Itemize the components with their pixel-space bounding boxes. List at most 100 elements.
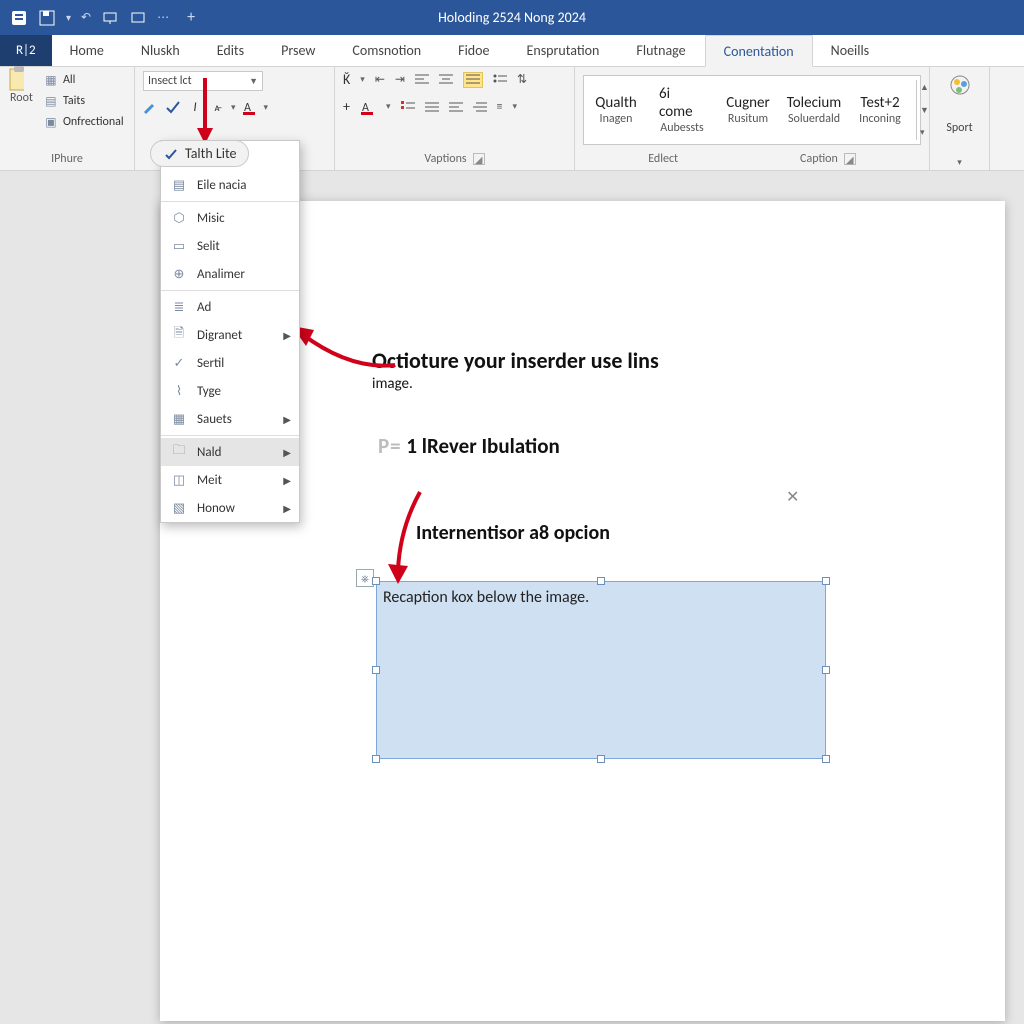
mini-icon: ▣ [43,114,59,130]
group-caption-label: Caption [800,152,838,166]
lines-icon: ≣ [171,299,187,315]
file-tab[interactable]: R|2 [0,34,52,66]
tab-edits[interactable]: Edits [199,34,263,66]
check-icon: ✓ [171,355,187,371]
globe-icon: ⊕ [171,266,187,282]
group1-item[interactable]: ▣Onfrectional [41,113,126,131]
save-icon[interactable] [38,9,56,27]
chevron-right-icon: ▶ [283,502,291,515]
gallery-button[interactable]: QualthInagen [586,80,646,140]
paint-icon[interactable] [143,99,159,115]
dropdown-header[interactable]: Talth Lite [150,140,249,167]
annotation-2: Internentisor a8 opcion [416,521,610,545]
indent-inc-icon[interactable]: ⇥ [395,72,405,87]
dropdown-header-label: Talth Lite [185,145,236,162]
align-left-icon[interactable] [415,74,429,86]
menu-item-meit[interactable]: ◫Meit▶ [161,466,299,494]
font-color-icon[interactable]: A [242,99,258,115]
tab-flutnage[interactable]: Flutnage [618,34,704,66]
tab-nluskh[interactable]: Nluskh [123,34,199,66]
ribbon-tabs: HomeNluskhEditsPrsewComsnotionFidoeEnspr… [52,34,1024,66]
case-icon[interactable]: Ǩ [343,71,350,88]
layout-options-icon[interactable]: ✕ [786,487,799,507]
menu-item-tyge[interactable]: ⌇Tyge [161,377,299,405]
tab-conentation[interactable]: Conentation [705,35,813,67]
gallery-button[interactable]: 6i comeAubessts [652,80,712,140]
list3-icon[interactable] [473,101,487,113]
dialog-launcher-icon[interactable]: ◢ [844,153,856,165]
ribbon-group-iphure: Root ▦All▤Taits▣Onfrectional IPhure [0,67,135,170]
list2-icon[interactable] [449,101,463,113]
chevron-down-icon[interactable]: ▾ [231,102,236,113]
tab-ensprutation[interactable]: Ensprutation [509,34,619,66]
menu-item-eile-nacia[interactable]: ▤Eile nacia [161,171,299,199]
line-spacing-icon[interactable]: ≡ [497,100,503,114]
layout-icon: ◫ [171,472,187,488]
indent-dec-icon[interactable]: ⇤ [375,72,385,87]
qat-add-icon[interactable]: + [187,8,195,27]
strike-icon[interactable]: ᴀ̶ [209,99,225,115]
group1-item[interactable]: ▦All [41,71,126,89]
sort-icon[interactable]: ⇅ [517,72,527,87]
highlight-icon[interactable]: A [360,99,376,115]
presentation-icon[interactable] [129,9,147,27]
resize-handle[interactable] [822,755,830,763]
undo-icon[interactable]: ↶ [81,10,91,25]
qat-dropdown-icon[interactable]: ▾ [66,11,71,24]
ribbon-group-edlect: QualthInagen6i comeAubesstsCugnerRusitum… [575,67,930,170]
tab-fidoe[interactable]: Fidoe [440,34,508,66]
list1-icon[interactable] [425,101,439,113]
menu-item-analimer[interactable]: ⊕Analimer [161,260,299,288]
caption-box[interactable]: Recaption kox below the image. [376,581,826,759]
gallery-button[interactable]: CugnerRusitum [718,80,778,140]
mini-icon: ▦ [43,72,59,88]
resize-handle[interactable] [822,577,830,585]
italic-icon[interactable]: I [187,99,203,115]
tube-icon: ⌇ [171,383,187,399]
menu-item-misic[interactable]: ⬡Misic [161,204,299,232]
menu-item-ad[interactable]: ≣Ad [161,293,299,321]
resize-handle[interactable] [822,666,830,674]
sport-icon[interactable] [946,71,974,99]
page-icon: ▤ [171,177,187,193]
menu-item-digranet[interactable]: 🗎Digranet▶ [161,321,299,349]
gallery-button[interactable]: ToleciumSoluerdald [784,80,844,140]
align-center-icon[interactable] [439,74,453,86]
group1-side-label: Root [8,90,35,106]
tab-comsnotion[interactable]: Comsnotion [334,34,440,66]
window-title: Holoding 2524 Nong 2024 [438,9,586,26]
tab-noeills[interactable]: Noeills [813,34,889,66]
chevron-down-icon[interactable]: ▾ [957,157,962,168]
resize-handle[interactable] [372,755,380,763]
resize-handle[interactable] [597,577,605,585]
folder-icon: 🗀 [171,444,187,460]
heading-text: 1 lRever Ibulation [406,433,559,459]
touch-mode-icon[interactable] [101,9,119,27]
menu-item-sauets[interactable]: ▦Sauets▶ [161,405,299,433]
resize-handle[interactable] [372,577,380,585]
resize-handle[interactable] [372,666,380,674]
bullets-icon[interactable] [493,74,507,86]
resize-handle[interactable] [597,755,605,763]
menu-item-nald[interactable]: 🗀Nald▶ [161,438,299,466]
qat-more-icon[interactable]: ⋯ [157,10,169,25]
check-icon [163,146,179,162]
numbering-icon[interactable] [401,101,415,113]
chevron-down-icon[interactable]: ▾ [264,102,269,113]
tab-prsew[interactable]: Prsew [263,34,334,66]
mini-icon: ▤ [43,93,59,109]
tab-home[interactable]: Home [52,34,123,66]
group1-item[interactable]: ▤Taits [41,92,126,110]
annotation-1-line2: image. [372,375,413,393]
increase-font-icon[interactable]: + [343,98,350,115]
dropdown-menu: ▤Eile nacia ⬡Misic▭Selit⊕Analimer ≣Ad🗎Digr… [160,140,300,523]
align-justify-icon[interactable] [463,72,483,88]
gallery-button[interactable]: Test+2Inconing [850,80,910,140]
check-format-icon[interactable] [165,99,181,115]
menu-item-honow[interactable]: ▧Honow▶ [161,494,299,522]
dialog-launcher-icon[interactable]: ◢ [473,153,485,165]
chevron-right-icon: ▶ [283,474,291,487]
font-selector[interactable]: Insect lct ▼ [143,71,263,91]
menu-item-selit[interactable]: ▭Selit [161,232,299,260]
menu-item-sertil[interactable]: ✓Sertil [161,349,299,377]
